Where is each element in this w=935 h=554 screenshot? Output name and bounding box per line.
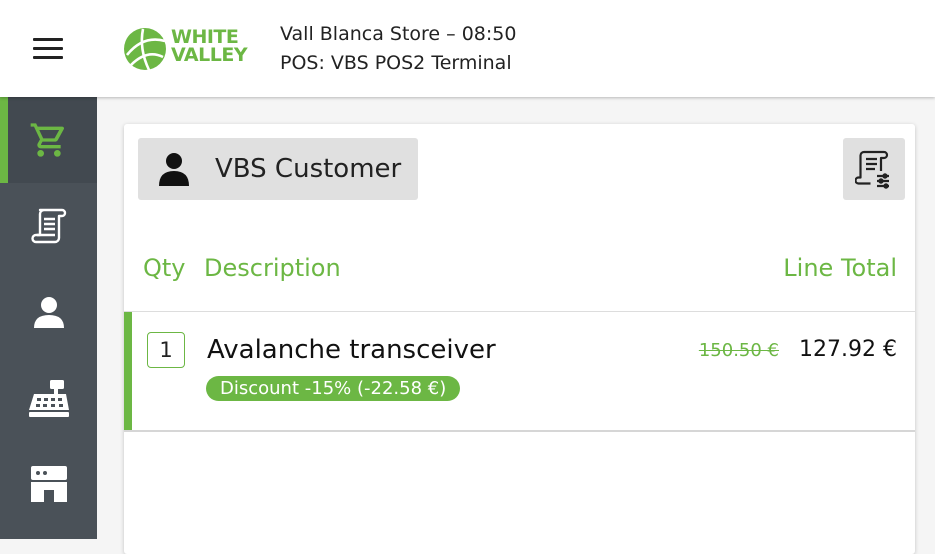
- ticket-line[interactable]: 1 Avalanche transceiver Discount -15% (-…: [124, 312, 915, 431]
- ticket-panel: VBS Customer Qty Description Line Total …: [124, 124, 915, 554]
- line-qty: 1: [147, 332, 185, 368]
- divider: [124, 430, 915, 432]
- top-bar: WHITE VALLEY Vall Blanca Store – 08:50 P…: [0, 0, 935, 97]
- customer-button[interactable]: VBS Customer: [138, 138, 418, 200]
- customer-name: VBS Customer: [215, 154, 402, 184]
- sidebar-item-ticket[interactable]: [0, 97, 97, 183]
- store-info: Vall Blanca Store – 08:50 POS: VBS POS2 …: [280, 20, 516, 78]
- line-total: 127.92 €: [799, 337, 897, 362]
- sidebar-item-customers[interactable]: [0, 269, 97, 355]
- receipt-icon: [30, 208, 66, 244]
- receipt-properties-button[interactable]: [843, 138, 905, 200]
- column-header-qty: Qty: [143, 254, 186, 282]
- white-valley-logo: WHITE VALLEY: [123, 26, 255, 72]
- customer-icon: [159, 153, 189, 186]
- sidebar-item-store[interactable]: [0, 441, 97, 527]
- cash-register-icon: [28, 380, 69, 417]
- line-original-price: 150.50 €: [698, 340, 779, 361]
- sidebar: [0, 97, 97, 539]
- discount-badge: Discount -15% (-22.58 €): [206, 376, 461, 401]
- line-description: Avalanche transceiver: [207, 335, 496, 365]
- terminal-name: POS: VBS POS2 Terminal: [280, 52, 512, 74]
- store-icon: [30, 466, 67, 502]
- user-icon: [33, 297, 64, 328]
- logo-text-valley: VALLEY: [171, 44, 248, 66]
- receipt-settings-icon: [855, 150, 889, 189]
- selected-line-indicator: [124, 312, 132, 431]
- store-name-time: Vall Blanca Store – 08:50: [280, 23, 517, 45]
- sidebar-item-receipts[interactable]: [0, 183, 97, 269]
- menu-icon[interactable]: [30, 36, 66, 62]
- cart-icon: [30, 123, 64, 157]
- column-header-description: Description: [204, 254, 341, 282]
- sidebar-item-cash-management[interactable]: [0, 355, 97, 441]
- column-header-line-total: Line Total: [783, 254, 897, 282]
